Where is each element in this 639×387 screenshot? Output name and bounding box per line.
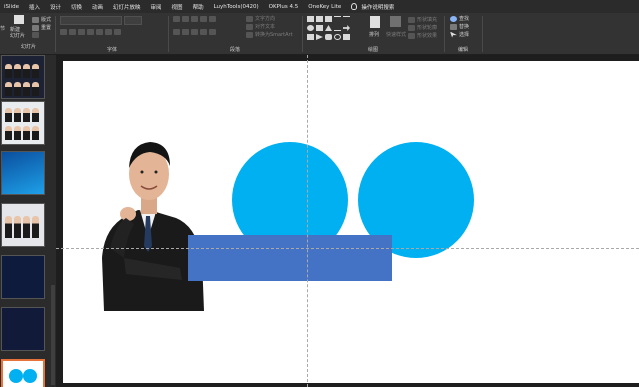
thumb-person: [32, 64, 39, 78]
thumb-person: [14, 126, 21, 140]
tell-me-search[interactable]: 操作说明搜索: [351, 3, 394, 11]
thumb-person: [23, 108, 30, 122]
ribbon: 节 新建 幻灯片 版式 重置 幻灯片 字体 文字方向 对齐文本 转换为Smart…: [0, 13, 639, 55]
lightbulb-icon: [351, 3, 358, 10]
horizontal-guide-line: [56, 248, 639, 249]
tab-okplus[interactable]: OKPlus 4.5: [269, 4, 299, 10]
thumb-person: [5, 82, 12, 96]
thumb-person: [5, 216, 12, 238]
menu-tab-bar: iSlide 插入 设计 切换 动画 幻灯片放映 审阅 视图 帮助 LuyhTo…: [0, 0, 639, 13]
section-button[interactable]: [32, 32, 41, 38]
tab-slideshow[interactable]: 幻灯片放映: [113, 3, 141, 11]
ribbon-separator: [482, 16, 483, 52]
businessman-photo[interactable]: [96, 128, 206, 311]
thumb-circle: [9, 369, 23, 383]
thumb-person: [14, 108, 21, 122]
thumb-person: [32, 216, 39, 238]
slides-group-label: 幻灯片: [21, 44, 37, 50]
editing-group: 编辑: [444, 15, 482, 53]
slide-thumbnail-4[interactable]: [1, 203, 45, 247]
slide-thumbnail-5[interactable]: [1, 255, 45, 299]
thumb-person: [23, 126, 30, 140]
new-slide-button[interactable]: 新建 幻灯片: [10, 27, 25, 39]
reset-label: 重置: [41, 25, 52, 31]
thumb-person: [23, 216, 30, 238]
paragraph-group-label: 段落: [229, 47, 240, 53]
search-label: 操作说明搜索: [361, 4, 395, 11]
drawing-group: 绘图: [302, 15, 444, 53]
section-icon: [32, 32, 39, 38]
thumb-circle: [23, 369, 37, 383]
scrollbar-thumb[interactable]: [51, 285, 55, 385]
slide-thumbnail-1[interactable]: [1, 55, 45, 99]
tab-animations[interactable]: 动画: [92, 3, 103, 11]
tab-design[interactable]: 设计: [50, 3, 61, 11]
font-group-label: 字体: [106, 47, 117, 53]
layout-label: 版式: [41, 17, 52, 23]
editing-group-label: 编辑: [457, 47, 468, 53]
slide-thumbnail-6[interactable]: [1, 307, 45, 351]
thumb-person: [32, 108, 39, 122]
tab-help[interactable]: 帮助: [193, 3, 204, 11]
slide-thumbnail-3[interactable]: [1, 151, 45, 195]
thumb-person: [5, 126, 12, 140]
tab-onekey[interactable]: OneKey Lite: [308, 4, 341, 10]
thumb-person: [14, 64, 21, 78]
paragraph-group: 段落: [168, 15, 302, 53]
tab-luyhtools[interactable]: LuyhTools(0420): [214, 4, 259, 10]
thumb-person: [5, 64, 12, 78]
thumbnail-scrollbar[interactable]: [51, 55, 55, 387]
slide-thumbnail-pane: [0, 55, 56, 387]
blue-rectangle[interactable]: [188, 235, 392, 281]
thumb-person: [14, 82, 21, 96]
layout-button[interactable]: 版式: [32, 16, 51, 23]
thumb-person: [14, 216, 21, 238]
thumb-person: [32, 126, 39, 140]
layout-icon: [32, 16, 39, 23]
slide-thumbnail-2[interactable]: [1, 101, 45, 145]
drawing-group-label: 绘图: [367, 47, 378, 53]
tab-view[interactable]: 视图: [172, 3, 183, 11]
tab-insert[interactable]: 插入: [29, 3, 40, 11]
thumb-person: [23, 82, 30, 96]
font-group: 字体: [56, 15, 168, 53]
vertical-guide-line: [307, 55, 308, 387]
thumb-person: [23, 64, 30, 78]
thumb-person: [32, 82, 39, 96]
section-fragment[interactable]: 节: [0, 25, 5, 32]
tab-islide[interactable]: iSlide: [4, 4, 19, 10]
thumb-person: [5, 108, 12, 122]
slide-thumbnail-7-selected[interactable]: [1, 359, 45, 387]
reset-icon: [32, 24, 39, 31]
tab-transitions[interactable]: 切换: [71, 3, 82, 11]
section-label: 节: [0, 26, 6, 32]
new-slide-icon: [14, 15, 24, 24]
tab-review[interactable]: 审阅: [151, 3, 162, 11]
reset-button[interactable]: 重置: [32, 24, 51, 31]
